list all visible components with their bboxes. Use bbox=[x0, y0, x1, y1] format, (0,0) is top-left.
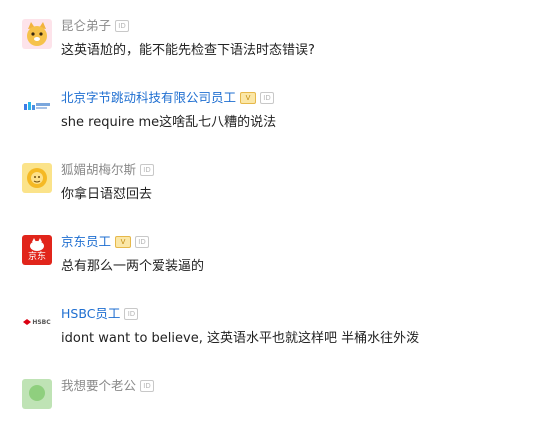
jd-logo-icon[interactable]: 京东 bbox=[22, 235, 52, 265]
hsbc-logo-label: HSBC bbox=[32, 318, 51, 326]
username: HSBC员工 ID bbox=[61, 306, 139, 322]
username: 我想要个老公 ID bbox=[61, 378, 155, 394]
id-badge-icon: ID bbox=[140, 380, 155, 392]
comment-item: 昆仑弟子 ID 这英语尬的，能不能先检查下语法时态错误? bbox=[0, 10, 536, 70]
username-link[interactable]: HSBC员工 bbox=[61, 306, 120, 322]
id-badge-icon: ID bbox=[140, 164, 155, 176]
username-link[interactable]: 北京字节跳动科技有限公司员工 bbox=[61, 90, 236, 106]
username-link[interactable]: 昆仑弟子 bbox=[61, 18, 111, 34]
id-badge-icon: ID bbox=[124, 308, 139, 320]
comment-item: 北京字节跳动科技有限公司员工 V ID she require me这啥乱七八糟… bbox=[0, 82, 536, 142]
verified-v-icon: V bbox=[240, 92, 257, 104]
comment-text: 你拿日语怼回去 bbox=[61, 187, 153, 202]
hsbc-logo-icon[interactable]: HSBC bbox=[22, 307, 52, 337]
id-badge-icon: ID bbox=[135, 236, 150, 248]
username: 昆仑弟子 ID bbox=[61, 18, 130, 34]
green-avatar-icon[interactable] bbox=[22, 379, 52, 409]
comment-item: HSBC HSBC员工 ID idont want to believe, 这英… bbox=[0, 298, 536, 358]
comment-text: idont want to believe, 这英语水平也就这样吧 半桶水往外泼 bbox=[61, 331, 420, 346]
bytedance-logo-icon[interactable] bbox=[22, 91, 52, 121]
comment-item: 狐媚胡梅尔斯 ID 你拿日语怼回去 bbox=[0, 154, 536, 214]
verified-v-icon: V bbox=[115, 236, 132, 248]
cat-face-icon[interactable] bbox=[22, 19, 52, 49]
username: 狐媚胡梅尔斯 ID bbox=[61, 162, 155, 178]
username-link[interactable]: 京东员工 bbox=[61, 234, 111, 250]
username: 北京字节跳动科技有限公司员工 V ID bbox=[61, 90, 275, 106]
comment-text: 这英语尬的，能不能先检查下语法时态错误? bbox=[61, 43, 315, 58]
username: 京东员工 V ID bbox=[61, 234, 150, 250]
id-badge-icon: ID bbox=[260, 92, 275, 104]
username-link[interactable]: 我想要个老公 bbox=[61, 378, 136, 394]
comment-item: 我想要个老公 ID bbox=[0, 370, 536, 430]
comment-item: 京东 京东员工 V ID 总有那么一两个爱装逼的 bbox=[0, 226, 536, 286]
jd-logo-label: 京东 bbox=[27, 251, 46, 262]
id-badge-icon: ID bbox=[115, 20, 130, 32]
username-link[interactable]: 狐媚胡梅尔斯 bbox=[61, 162, 136, 178]
comment-text: she require me这啥乱七八糟的说法 bbox=[61, 115, 277, 130]
yellow-face-icon[interactable] bbox=[22, 163, 52, 193]
comment-text: 总有那么一两个爱装逼的 bbox=[61, 259, 205, 274]
